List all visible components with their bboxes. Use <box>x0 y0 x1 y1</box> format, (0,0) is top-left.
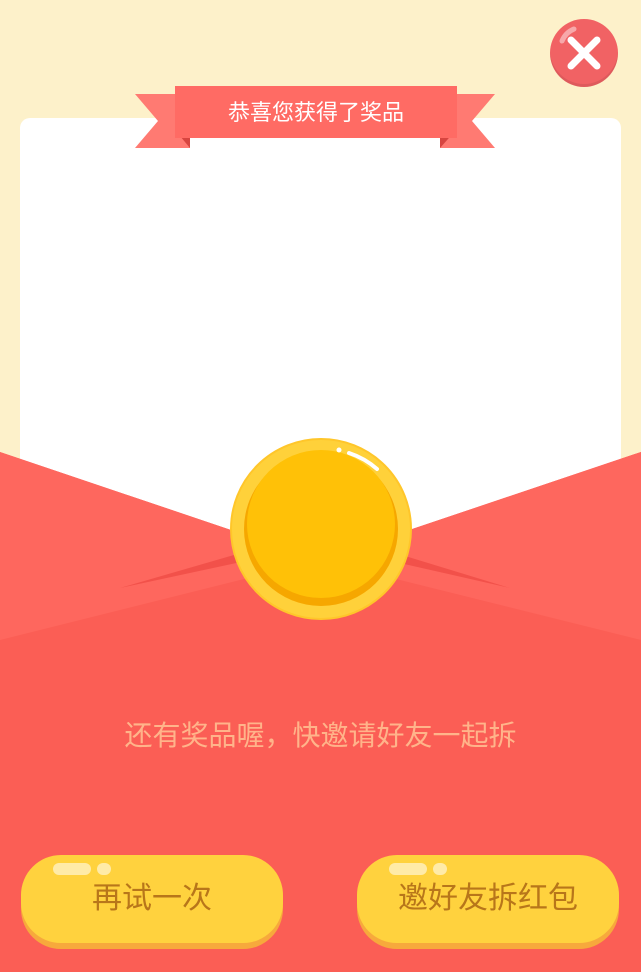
invite-friend-button[interactable]: 邀好友拆红包 <box>357 855 619 943</box>
banner-title: 恭喜您获得了奖品 <box>227 101 404 126</box>
close-icon <box>559 26 601 70</box>
close-button[interactable] <box>550 19 618 87</box>
retry-button[interactable]: 再试一次 <box>21 855 283 943</box>
invite-friend-button-label: 邀好友拆红包 <box>398 881 578 916</box>
button-shine <box>433 863 447 875</box>
gold-coin-icon <box>230 438 412 620</box>
button-shine <box>97 863 111 875</box>
button-shine <box>53 863 91 875</box>
invite-hint-text: 还有奖品喔，快邀请好友一起拆 <box>124 719 517 752</box>
retry-button-label: 再试一次 <box>92 881 212 916</box>
button-shine <box>389 863 427 875</box>
